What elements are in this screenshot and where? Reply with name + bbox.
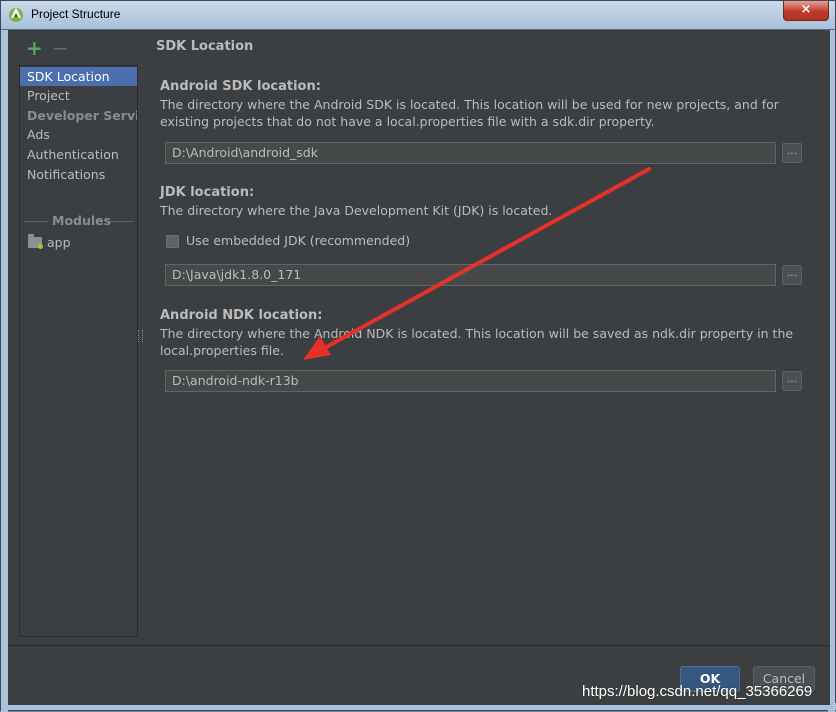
- annotation-arrow-icon: [303, 167, 651, 360]
- watermark: https://blog.csdn.net/qq_35366269: [582, 683, 813, 700]
- project-structure-dialog: Project Structure × + − SDK Location Pro…: [0, 0, 836, 712]
